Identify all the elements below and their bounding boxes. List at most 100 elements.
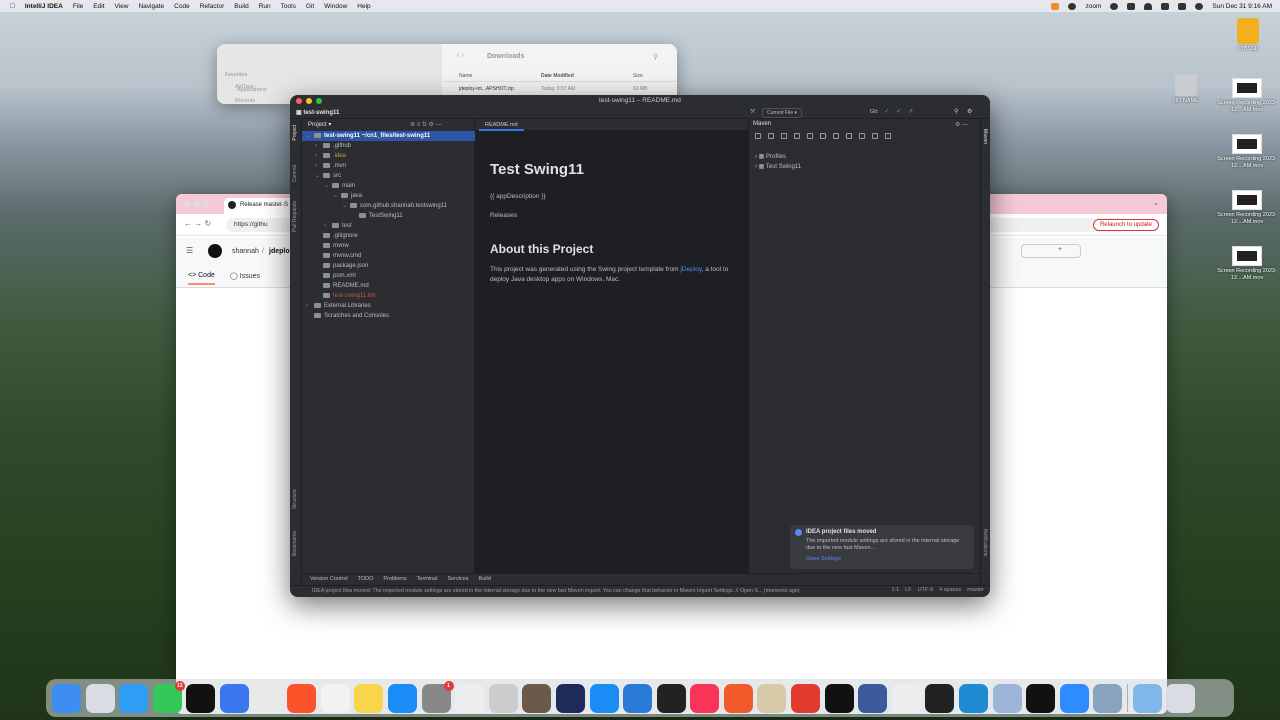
bottom-tab-terminal[interactable]: Terminal — [417, 576, 438, 583]
bottom-tab-todo[interactable]: TODO — [358, 576, 374, 583]
dock-app-messages[interactable]: 13 — [152, 680, 185, 713]
tree-node[interactable]: ⌄ test-swing11 ~/cn1_files/test-swing11 — [302, 131, 475, 141]
dock-app-xcode-tools[interactable] — [623, 683, 653, 713]
status-icon[interactable] — [1068, 2, 1077, 10]
dock-app-remote-desktop[interactable] — [791, 683, 821, 713]
dock-app-photo[interactable] — [522, 683, 552, 713]
menu-clock[interactable]: Sun Dec 31 9:16 AM — [1212, 3, 1272, 10]
menu-build[interactable]: Build — [234, 3, 248, 10]
toggle-icon[interactable] — [820, 133, 826, 139]
dock-app-pixelmator[interactable] — [723, 683, 753, 713]
notification-balloon[interactable]: IDEA project files moved The imported mo… — [790, 525, 974, 569]
dock-app-quicktime[interactable] — [1093, 683, 1123, 713]
tree-node[interactable]: README.md — [302, 281, 369, 291]
download-icon[interactable] — [781, 133, 787, 139]
menu-app-name[interactable]: IntelliJ IDEA — [25, 3, 63, 10]
intellij-window[interactable]: test-swing11 – README.md ▣ test-swing11 … — [290, 95, 990, 597]
menu-navigate[interactable]: Navigate — [138, 3, 164, 10]
dock-app-calendar[interactable] — [656, 683, 686, 713]
maven-options-icon[interactable]: ⚙ — — [955, 121, 968, 128]
dock-app-launchpad[interactable] — [85, 683, 115, 713]
menu-code[interactable]: Code — [174, 3, 190, 10]
column-size[interactable]: Size — [633, 73, 643, 79]
maven-project-test-swing11[interactable]: › ▦ Test Swing11 — [755, 162, 801, 172]
repo-owner[interactable]: shannah — [232, 248, 259, 255]
dock-app-trash[interactable] — [1166, 683, 1196, 713]
menu-tools[interactable]: Tools — [281, 3, 296, 10]
tree-node[interactable]: ⌄ src — [302, 171, 341, 181]
chevron-icon[interactable]: ⌄ — [324, 181, 332, 191]
readme-releases-link[interactable]: Releases — [490, 211, 517, 221]
git-commit-icon[interactable]: ✓ — [896, 108, 901, 115]
chevron-icon[interactable]: › — [315, 141, 323, 151]
tree-node[interactable]: package.json — [302, 261, 368, 271]
status-widget[interactable]: UTF-8 — [918, 587, 934, 593]
hamburger-menu-icon[interactable]: ☰ — [186, 246, 193, 255]
chevron-icon[interactable]: ⌄ — [333, 191, 341, 201]
dock-app-vectorize[interactable] — [455, 683, 485, 713]
tree-node[interactable]: .gitignore — [302, 231, 358, 241]
tree-node[interactable]: ⌄ java — [302, 191, 362, 201]
build-hammer-icon[interactable]: ⚒ — [750, 108, 755, 115]
reload-icon[interactable] — [755, 133, 761, 139]
dock-app-signal[interactable] — [219, 683, 249, 713]
dock-app-migration[interactable] — [992, 683, 1022, 713]
column-date-modified[interactable]: Date Modified — [541, 73, 574, 79]
tool-structure-tab[interactable]: Structure — [292, 489, 298, 509]
menu-window[interactable]: Window — [324, 3, 347, 10]
control-center-icon[interactable] — [1178, 2, 1187, 10]
tree-node[interactable]: ⌄ com.github.shannah.testswing11 — [302, 201, 447, 211]
tool-notifications-tab[interactable]: Notifications — [982, 529, 988, 556]
chevron-icon[interactable]: ⌄ — [342, 201, 350, 211]
dock-app-brave[interactable] — [287, 683, 317, 713]
tree-node[interactable]: test-swing11.iml — [302, 291, 376, 301]
tab-issues[interactable]: ◯ Issues — [230, 272, 260, 280]
menu-help[interactable]: Help — [357, 3, 370, 10]
settings-gear-icon[interactable]: ⚙ — [967, 108, 972, 115]
desktop-video-file[interactable]: Screen Recording 2023-12....AM.mov — [1217, 190, 1277, 225]
column-name[interactable]: Name — [459, 73, 472, 79]
ide-traffic-lights[interactable] — [296, 98, 322, 104]
wifi-icon[interactable] — [1144, 2, 1153, 10]
project-tool-actions-icon[interactable]: ⊕ ≡ ⇅ ⚙ — — [410, 121, 442, 128]
add-icon[interactable] — [794, 133, 800, 139]
bottom-tab-problems[interactable]: Problems — [383, 576, 406, 583]
menu-run[interactable]: Run — [259, 3, 271, 10]
git-update-icon[interactable]: ✓ — [884, 108, 889, 115]
tree-node[interactable]: TestSwing11 — [302, 211, 403, 221]
status-widget[interactable]: 1:1 — [892, 587, 900, 593]
menu-view[interactable]: View — [115, 3, 129, 10]
desktop-video-file[interactable]: Screen Recording 2023-12....AM.mov — [1217, 78, 1277, 113]
desktop-disk-noname[interactable]: NO NAME — [1156, 74, 1216, 105]
tool-bookmarks-tab[interactable]: Bookmarks — [292, 531, 298, 556]
nav-arrows-icon[interactable]: ← → ↻ — [184, 219, 211, 228]
tab-code[interactable]: <> Code — [188, 272, 215, 285]
dock-app-finder[interactable] — [52, 683, 81, 713]
finder-back-icon[interactable]: ‹ › — [457, 52, 464, 59]
dock-app-downloads[interactable] — [1132, 683, 1162, 713]
desktop-video-file[interactable]: Screen Recording 2023-12....AM.mov — [1217, 134, 1277, 169]
bottom-tab-build[interactable]: Build — [479, 576, 491, 583]
tool-maven-tab[interactable]: Maven — [982, 129, 988, 144]
menu-refactor[interactable]: Refactor — [200, 3, 225, 10]
chevron-icon[interactable]: › — [306, 301, 314, 311]
chevron-icon[interactable]: ⌄ — [306, 131, 314, 141]
repo-name[interactable]: jdeplo — [269, 248, 290, 255]
chevron-icon[interactable]: › — [315, 151, 323, 161]
tree-node[interactable]: › .mvn — [302, 161, 346, 171]
status-widget[interactable]: 4 spaces — [939, 587, 961, 593]
chevron-icon[interactable]: › — [315, 161, 323, 171]
tool-project-tab[interactable]: Project — [292, 125, 298, 141]
status-widget[interactable]: LF — [905, 587, 911, 593]
add-folder-icon[interactable] — [768, 133, 774, 139]
dock-app-chrome[interactable] — [253, 683, 283, 713]
tree-node[interactable]: Scratches and Consoles — [302, 311, 389, 321]
dock-app-safari[interactable] — [119, 683, 149, 713]
open-settings-link[interactable]: Open Settings — [806, 556, 968, 563]
dock-app-console[interactable] — [925, 683, 955, 713]
project-widget[interactable]: ▣ test-swing11 — [296, 109, 339, 116]
tree-node[interactable]: mvnw.cmd — [302, 251, 361, 261]
dock-app-system-settings[interactable]: 1 — [421, 680, 454, 713]
tool-pull-requests-tab[interactable]: Pull Requests — [292, 201, 298, 232]
tree-node[interactable]: › External Libraries — [302, 301, 371, 311]
